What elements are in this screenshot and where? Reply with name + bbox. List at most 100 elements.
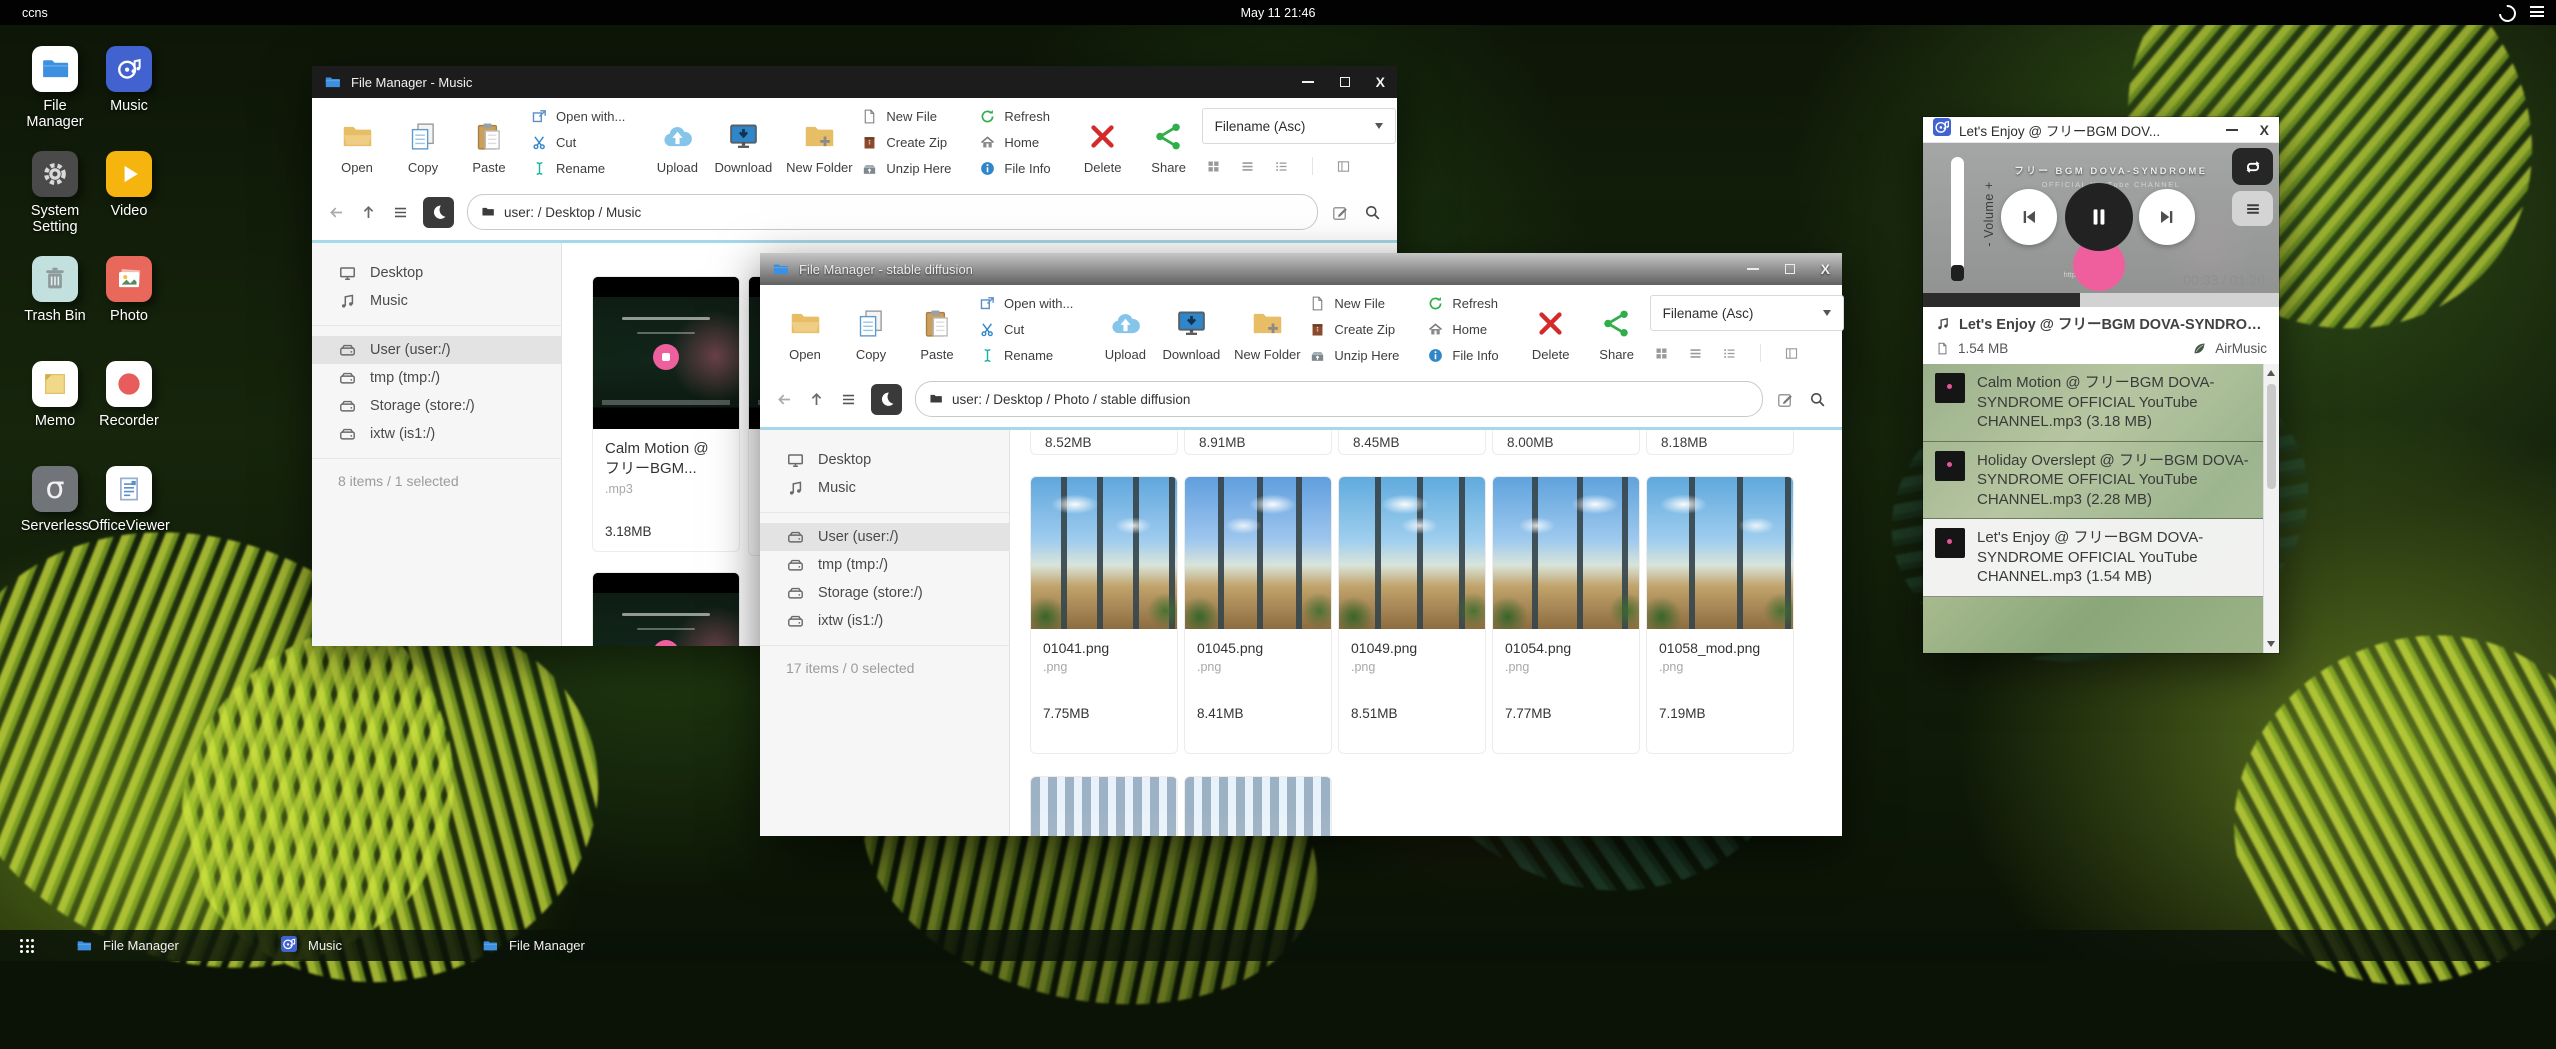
desktop-icon-memo[interactable]: Memo [18, 361, 92, 466]
playlist-button[interactable] [2232, 191, 2273, 226]
upload-button[interactable]: Upload [1092, 287, 1158, 371]
menu-icon[interactable] [391, 203, 410, 222]
sidebar-item-music[interactable]: Music [312, 287, 561, 315]
file-card[interactable]: 01049.png.png8.51MB [1338, 476, 1486, 754]
close-button[interactable]: X [1821, 262, 1830, 276]
repeat-button[interactable] [2232, 148, 2273, 185]
edit-path-icon[interactable] [1331, 203, 1350, 222]
rename-button[interactable]: Rename [531, 157, 625, 179]
column-view-icon[interactable] [1336, 159, 1351, 174]
refresh-button[interactable]: Refresh [1427, 292, 1498, 314]
file-card-partial[interactable]: 8.52MB [1030, 430, 1178, 455]
download-button[interactable]: Download [710, 100, 776, 184]
player-title-bar[interactable]: Let's Enjoy @ フリーBGM DOV... X [1923, 117, 2279, 143]
detail-view-icon[interactable] [1274, 159, 1289, 174]
delete-button[interactable]: Delete [1518, 287, 1584, 371]
desktop-icon-music[interactable]: Music [92, 46, 166, 151]
volume-slider-thumb[interactable] [1951, 265, 1964, 281]
file-info-button[interactable]: File Info [1427, 344, 1498, 366]
previous-track-button[interactable] [2001, 189, 2057, 245]
refresh-button[interactable]: Refresh [979, 105, 1050, 127]
file-card[interactable]: 01045.png.png8.41MB [1184, 476, 1332, 754]
path-input[interactable]: user: / Desktop / Music [467, 194, 1318, 230]
dark-mode-toggle[interactable] [423, 197, 454, 228]
close-button[interactable]: X [2260, 123, 2269, 137]
playlist-scrollbar[interactable] [2263, 364, 2279, 653]
progress-bar[interactable] [1923, 293, 2279, 307]
open-with-button[interactable]: Open with... [979, 292, 1073, 314]
copy-button[interactable]: Copy [390, 100, 456, 184]
desktop-icon-officeviewer[interactable]: OfficeViewer [92, 466, 166, 571]
playlist-item[interactable]: Let's Enjoy @ フリーBGM DOVA-SYNDROME OFFIC… [1923, 519, 2279, 597]
file-card[interactable]: 01054.png.png7.77MB [1492, 476, 1640, 754]
copy-button[interactable]: Copy [838, 287, 904, 371]
sort-dropdown[interactable]: Filename (Asc) [1202, 108, 1396, 144]
cut-button[interactable]: Cut [531, 131, 625, 153]
minimize-button[interactable] [2226, 129, 2238, 131]
new-folder-button[interactable]: New Folder [786, 100, 852, 184]
desktop-icon-file-manager[interactable]: File Manager [18, 46, 92, 151]
scroll-down-icon[interactable] [2267, 641, 2275, 647]
paste-button[interactable]: Paste [456, 100, 522, 184]
desktop-icon-photo[interactable]: Photo [92, 256, 166, 361]
file-card-partial[interactable]: 8.91MB [1184, 430, 1332, 455]
desktop-icon-video[interactable]: Video [92, 151, 166, 256]
download-button[interactable]: Download [1158, 287, 1224, 371]
scrollbar-thumb[interactable] [2267, 384, 2276, 489]
file-info-button[interactable]: File Info [979, 157, 1050, 179]
delete-button[interactable]: Delete [1070, 100, 1136, 184]
unzip-here-button[interactable]: Unzip Here [1309, 344, 1399, 366]
desktop-icon-serverless[interactable]: σServerless [18, 466, 92, 571]
scroll-up-icon[interactable] [2267, 370, 2275, 376]
desktop-icon-recorder[interactable]: Recorder [92, 361, 166, 466]
minimize-button[interactable] [1302, 81, 1314, 83]
file-card-partial[interactable]: 8.18MB [1646, 430, 1794, 455]
close-button[interactable]: X [1376, 75, 1385, 89]
new-folder-button[interactable]: New Folder [1234, 287, 1300, 371]
cut-button[interactable]: Cut [979, 318, 1073, 340]
window-title-bar[interactable]: File Manager - MusicX [312, 66, 1397, 98]
sidebar-item-desktop[interactable]: Desktop [760, 446, 1009, 474]
playlist-item[interactable]: Holiday Overslept @ フリーBGM DOVA-SYNDROME… [1923, 442, 2279, 520]
home-button[interactable]: Home [979, 131, 1050, 153]
menu-icon[interactable] [839, 390, 858, 409]
paste-button[interactable]: Paste [904, 287, 970, 371]
path-input[interactable]: user: / Desktop / Photo / stable diffusi… [915, 381, 1763, 417]
window-title-bar[interactable]: File Manager - stable diffusionX [760, 253, 1842, 285]
grid-view-icon[interactable] [1654, 346, 1669, 361]
sort-dropdown[interactable]: Filename (Asc) [1650, 295, 1844, 331]
app-launcher-icon[interactable] [20, 939, 34, 953]
file-card-partial[interactable] [1030, 776, 1178, 836]
file-card-partial[interactable] [1184, 776, 1332, 836]
upload-button[interactable]: Upload [644, 100, 710, 184]
column-view-icon[interactable] [1784, 346, 1799, 361]
open-button[interactable]: Open [324, 100, 390, 184]
create-zip-button[interactable]: Create Zip [1309, 318, 1399, 340]
desktop-icon-trash-bin[interactable]: Trash Bin [18, 256, 92, 361]
file-card[interactable]: 01058_mod.png.png7.19MB [1646, 476, 1794, 754]
share-button[interactable]: Share [1584, 287, 1650, 371]
taskbar-item-file-manager[interactable]: File Manager [482, 930, 585, 961]
file-card[interactable]: 01041.png.png7.75MB [1030, 476, 1178, 754]
file-card-partial[interactable]: 8.45MB [1338, 430, 1486, 455]
next-track-button[interactable] [2139, 189, 2195, 245]
up-icon[interactable] [807, 390, 826, 409]
file-card-partial[interactable]: 8.00MB [1492, 430, 1640, 455]
list-view-icon[interactable] [1240, 159, 1255, 174]
home-button[interactable]: Home [1427, 318, 1498, 340]
sidebar-item-ixtw-is1[interactable]: ixtw (is1:/) [312, 420, 561, 448]
new-file-button[interactable]: New File [1309, 292, 1399, 314]
status-ring-icon[interactable] [2496, 2, 2520, 26]
open-with-button[interactable]: Open with... [531, 105, 625, 127]
open-button[interactable]: Open [772, 287, 838, 371]
back-icon[interactable] [327, 203, 346, 222]
search-icon[interactable] [1363, 203, 1382, 222]
sidebar-item-music[interactable]: Music [760, 474, 1009, 502]
sidebar-item-tmp-tmp[interactable]: tmp (tmp:/) [312, 364, 561, 392]
maximize-button[interactable] [1340, 77, 1350, 87]
sidebar-item-storage-store[interactable]: Storage (store:/) [312, 392, 561, 420]
sidebar-item-storage-store[interactable]: Storage (store:/) [760, 579, 1009, 607]
back-icon[interactable] [775, 390, 794, 409]
up-icon[interactable] [359, 203, 378, 222]
list-view-icon[interactable] [1688, 346, 1703, 361]
